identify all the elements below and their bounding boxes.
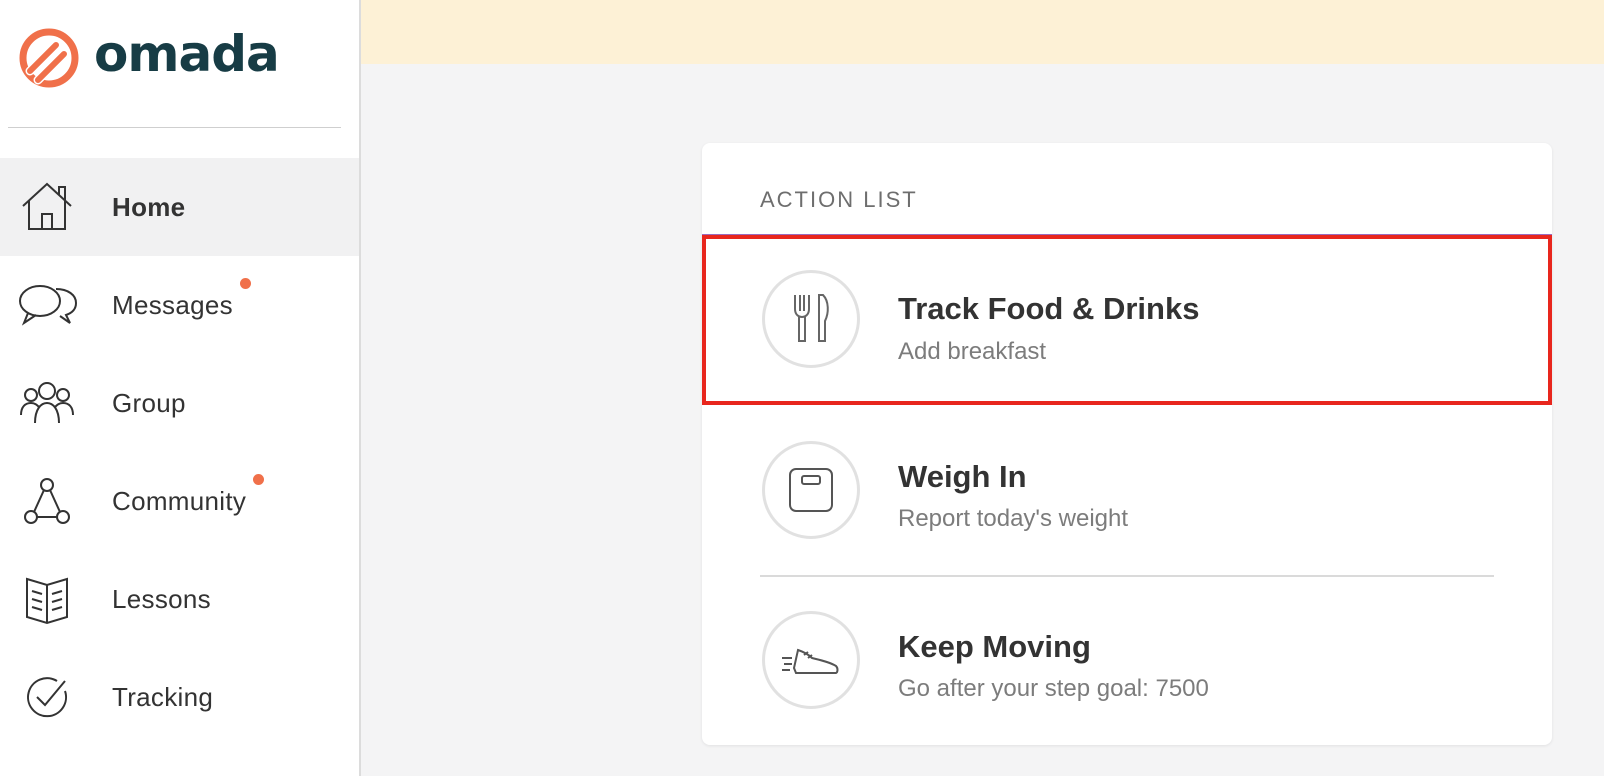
sidebar-item-group[interactable]: Group [0,354,359,452]
fork-knife-icon [794,294,829,342]
notification-dot [253,473,265,485]
community-network-icon [16,470,78,532]
scale-icon [789,468,833,512]
sidebar-item-label: Lessons [112,583,211,614]
sidebar: omada Home Messages Group Community Less… [0,0,361,776]
home-icon [16,176,78,238]
sidebar-item-messages[interactable]: Messages [0,256,359,354]
sneaker-icon [782,648,839,674]
action-title: Track Food & Drinks [898,291,1200,326]
sidebar-item-label: Community [112,485,247,516]
sidebar-divider [8,127,341,128]
action-title: Keep Moving [898,629,1091,664]
check-circle-icon [16,666,78,728]
top-banner [361,0,1604,64]
chat-bubbles-icon [16,274,78,336]
action-subtitle: Report today's weight [898,505,1129,532]
sidebar-item-lessons[interactable]: Lessons [0,550,359,648]
sidebar-item-label: Group [112,387,186,418]
action-item-track-food[interactable]: Track Food & Drinks Add breakfast [702,235,1552,405]
action-title: Weigh In [898,459,1027,494]
action-icon-circle [762,441,860,539]
notification-dot [239,277,251,289]
omada-logo[interactable]: omada [18,25,280,90]
action-list-title: ACTION LIST [760,187,918,212]
action-list-card: ACTION LIST Track Food & Drinks Add brea… [702,143,1552,745]
sidebar-item-label: Messages [112,289,233,320]
action-subtitle: Go after your step goal: 7500 [898,675,1209,702]
action-item-weigh-in[interactable]: Weigh In Report today's weight [702,407,1552,577]
book-icon [16,568,78,630]
omada-logo-icon [19,28,79,88]
action-icon-circle [762,611,860,709]
action-subtitle: Add breakfast [898,338,1047,365]
sidebar-nav: Home Messages Group Community Lessons Tr… [0,158,359,746]
sidebar-item-home[interactable]: Home [0,158,359,256]
people-group-icon [16,372,78,434]
sidebar-item-tracking[interactable]: Tracking [0,648,359,746]
sidebar-item-community[interactable]: Community [0,452,359,550]
action-item-keep-moving[interactable]: Keep Moving Go after your step goal: 750… [702,577,1552,747]
brand-name: omada [94,25,280,83]
sidebar-item-label: Home [112,191,186,222]
sidebar-item-label: Tracking [112,681,214,712]
action-icon-circle [762,270,860,368]
